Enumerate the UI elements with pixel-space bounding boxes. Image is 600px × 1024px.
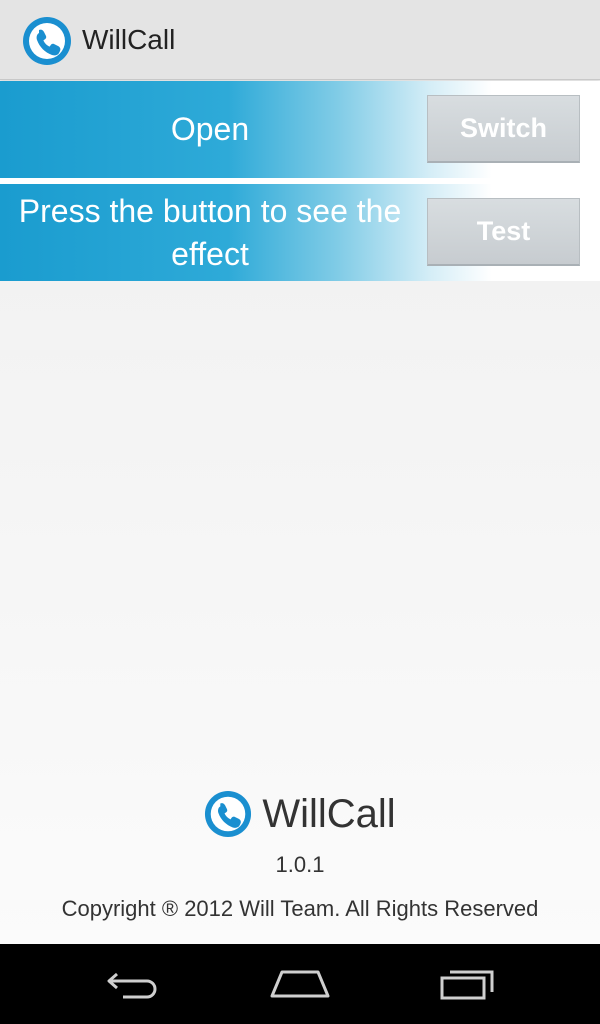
status-row: Open Switch xyxy=(0,81,600,178)
test-row: Press the button to see the effect Test xyxy=(0,184,600,281)
switch-button[interactable]: Switch xyxy=(427,95,580,163)
copyright-text: Copyright ® 2012 Will Team. All Rights R… xyxy=(61,896,539,921)
home-icon xyxy=(270,970,330,998)
phone-handset-icon xyxy=(205,790,252,838)
test-instruction-label: Press the button to see the effect xyxy=(18,192,402,272)
back-arrow-icon xyxy=(107,972,157,999)
recent-apps-button[interactable] xyxy=(423,962,513,1006)
version-text: 1.0.1 xyxy=(275,852,325,877)
home-button[interactable] xyxy=(255,962,345,1006)
about-app-name: WillCall xyxy=(262,792,396,836)
status-label: Open xyxy=(170,111,250,147)
recent-apps-icon xyxy=(440,970,494,1000)
phone-handset-icon[interactable] xyxy=(22,16,72,66)
test-button[interactable]: Test xyxy=(427,198,580,266)
app-title: WillCall xyxy=(82,24,176,55)
about-logo: WillCall xyxy=(0,786,600,842)
navigation-bar xyxy=(0,944,600,1024)
action-bar: WillCall xyxy=(0,0,600,80)
back-button[interactable] xyxy=(88,962,178,1006)
